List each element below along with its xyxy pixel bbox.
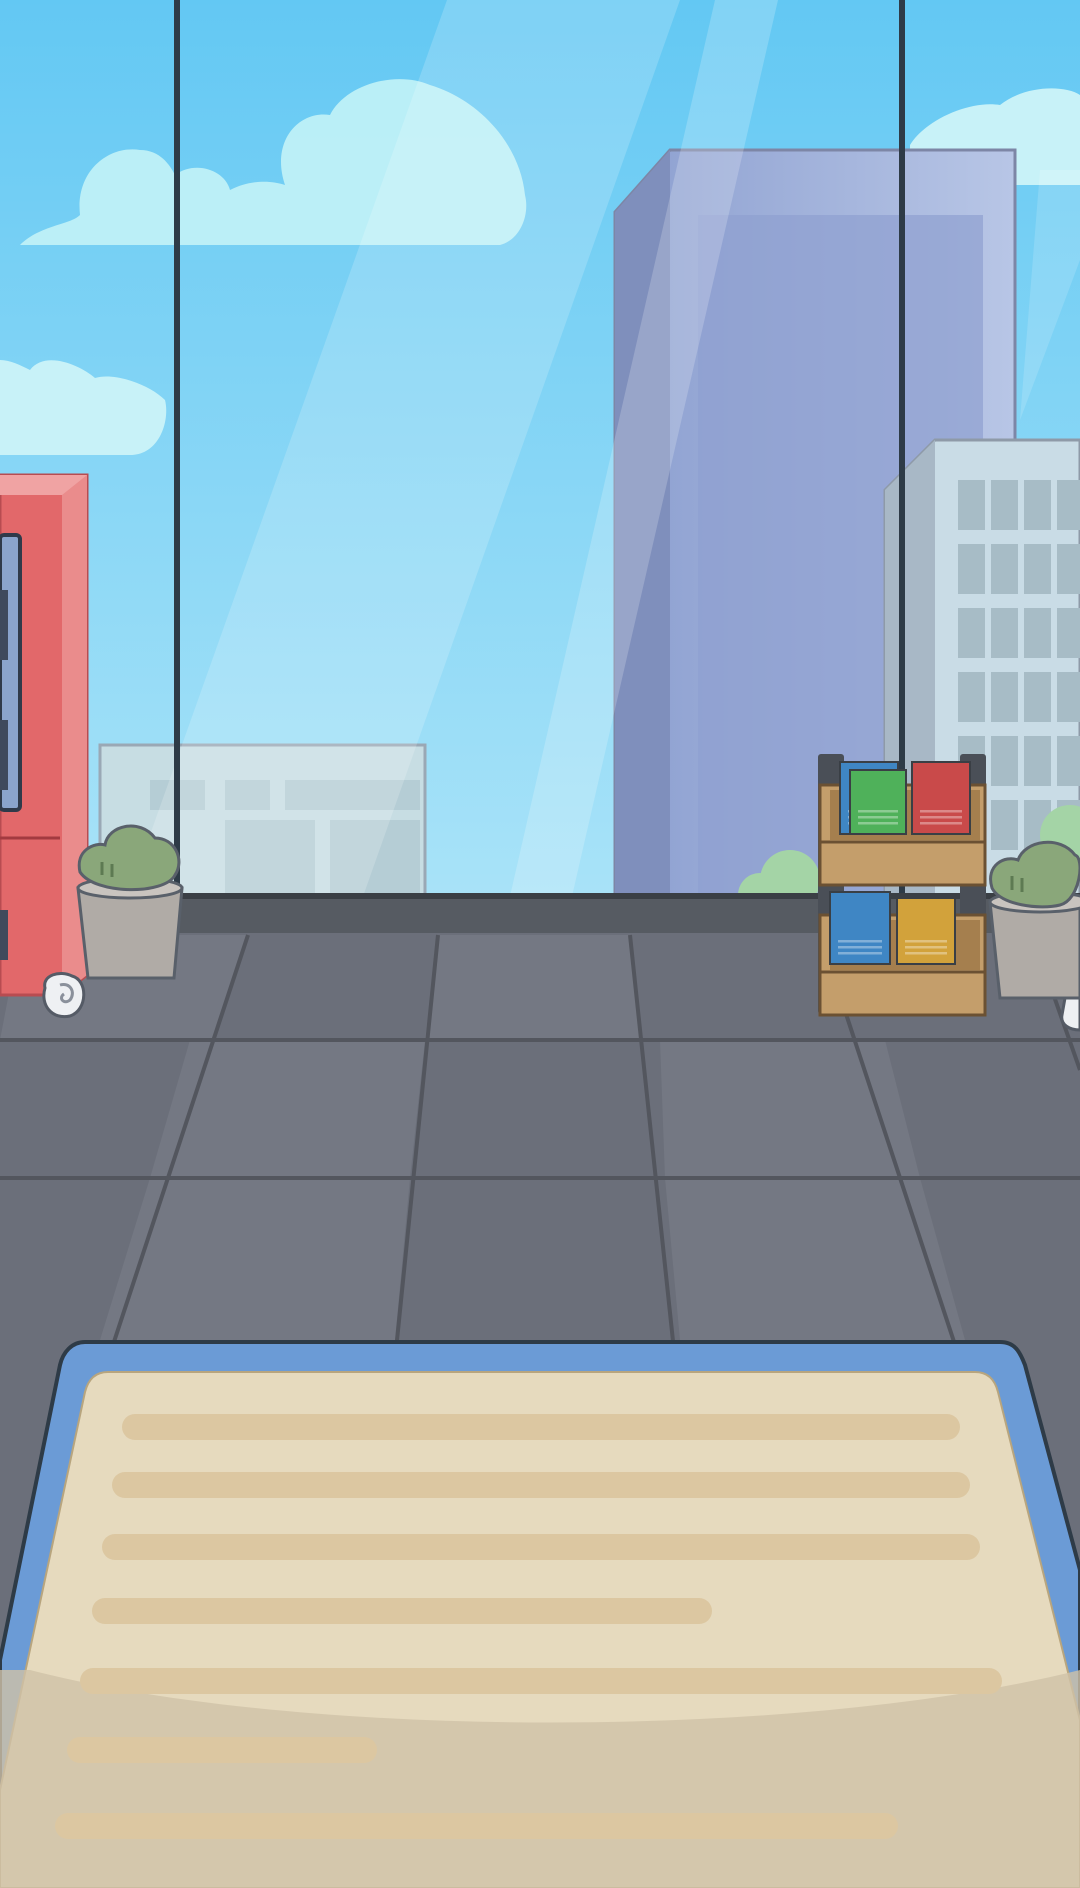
potted-plant-right xyxy=(988,840,1080,1000)
building-window xyxy=(991,544,1018,594)
text-placeholder-line xyxy=(67,1737,377,1763)
building-window xyxy=(1057,480,1080,530)
text-placeholder-line xyxy=(102,1534,980,1560)
building-window xyxy=(991,736,1018,786)
building-window xyxy=(1057,736,1080,786)
vending-machine[interactable] xyxy=(0,473,89,997)
window-frame xyxy=(174,0,180,905)
text-placeholder-line xyxy=(80,1668,1002,1694)
building-window xyxy=(991,672,1018,722)
building-window xyxy=(1024,736,1051,786)
building-window xyxy=(1057,608,1080,658)
book-rack[interactable] xyxy=(818,754,987,1017)
building-window xyxy=(958,480,985,530)
text-placeholder-line xyxy=(122,1414,960,1440)
text-placeholder-line xyxy=(92,1598,712,1624)
building-window xyxy=(1024,608,1051,658)
potted-plant-left xyxy=(76,824,184,980)
building-window xyxy=(1057,544,1080,594)
building-window xyxy=(991,608,1018,658)
building-window xyxy=(1024,544,1051,594)
building-window xyxy=(991,480,1018,530)
building-window xyxy=(1024,480,1051,530)
building-window xyxy=(1057,672,1080,722)
building-window xyxy=(1024,672,1051,722)
building-window xyxy=(958,608,985,658)
building-window xyxy=(958,672,985,722)
building-window xyxy=(958,544,985,594)
text-placeholder-line xyxy=(55,1813,898,1839)
building-window xyxy=(991,800,1018,850)
dialog-panel[interactable] xyxy=(0,1340,1080,1888)
text-placeholder-line xyxy=(112,1472,970,1498)
game-scene xyxy=(0,0,1080,1888)
